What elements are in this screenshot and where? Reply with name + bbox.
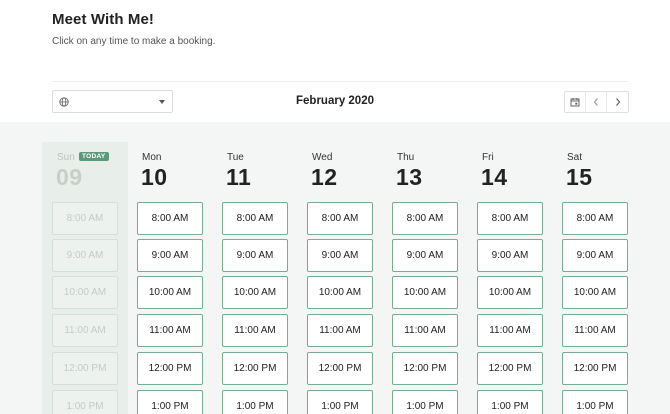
time-slot-button: 9:00 AM [52, 239, 118, 272]
header-divider [52, 81, 628, 82]
time-slot-button[interactable]: 11:00 AM [562, 314, 628, 347]
time-slot-button: 11:00 AM [52, 314, 118, 347]
day-number: 15 [566, 164, 593, 190]
day-number: 14 [481, 164, 508, 190]
time-slot-button[interactable]: 1:00 PM [222, 390, 288, 414]
day-name: Tue [227, 152, 244, 163]
page-subtitle: Click on any time to make a booking. [52, 36, 216, 47]
today-badge: TODAY [79, 152, 109, 161]
time-slot-button[interactable]: 8:00 AM [307, 202, 373, 235]
time-slot-button[interactable]: 12:00 PM [137, 352, 203, 385]
day-number: 12 [311, 164, 338, 190]
time-slot-button[interactable]: 8:00 AM [137, 202, 203, 235]
time-slot-button[interactable]: 10:00 AM [392, 276, 458, 309]
time-slot-button[interactable]: 12:00 PM [562, 352, 628, 385]
calendar-icon [570, 98, 580, 107]
time-slot-button[interactable]: 8:00 AM [392, 202, 458, 235]
time-slot-button[interactable]: 1:00 PM [562, 390, 628, 414]
day-number: 10 [141, 164, 168, 190]
day-name: Sun [57, 152, 75, 163]
time-slot-button[interactable]: 8:00 AM [222, 202, 288, 235]
time-slot-button[interactable]: 10:00 AM [137, 276, 203, 309]
time-slot-button[interactable]: 10:00 AM [562, 276, 628, 309]
time-slot-button[interactable]: 8:00 AM [562, 202, 628, 235]
time-slot-button[interactable]: 9:00 AM [477, 239, 543, 272]
time-slot-button: 10:00 AM [52, 276, 118, 309]
day-column-sun: Sun TODAY 09 8:00 AM 9:00 AM 10:00 AM 11:00 AM… [42, 142, 128, 414]
time-slot-button: 1:00 PM [52, 390, 118, 414]
time-slot-button[interactable]: 1:00 PM [392, 390, 458, 414]
time-slot-button[interactable]: 9:00 AM [307, 239, 373, 272]
time-slot-button[interactable]: 9:00 AM [392, 239, 458, 272]
time-slot-button[interactable]: 12:00 PM [477, 352, 543, 385]
calendar-nav [564, 91, 629, 113]
time-slot-button[interactable]: 11:00 AM [392, 314, 458, 347]
time-slot-button[interactable]: 11:00 AM [307, 314, 373, 347]
time-slot-button[interactable]: 9:00 AM [222, 239, 288, 272]
time-slot-button: 12:00 PM [52, 352, 118, 385]
next-week-button[interactable] [607, 92, 628, 112]
time-slot-button[interactable]: 1:00 PM [137, 390, 203, 414]
time-slot-button[interactable]: 11:00 AM [137, 314, 203, 347]
time-slot-button[interactable]: 11:00 AM [222, 314, 288, 347]
time-slot-button[interactable]: 10:00 AM [477, 276, 543, 309]
prev-week-button[interactable] [586, 92, 607, 112]
time-slot-button[interactable]: 9:00 AM [562, 239, 628, 272]
time-slot-button[interactable]: 1:00 PM [477, 390, 543, 414]
day-number: 13 [396, 164, 423, 190]
day-name: Mon [142, 152, 162, 163]
chevron-left-icon [593, 98, 598, 106]
time-slot-button[interactable]: 12:00 PM [392, 352, 458, 385]
page-header: Meet With Me! Click on any time to make … [52, 11, 215, 47]
day-number: 11 [226, 164, 252, 190]
day-name: Sat [567, 152, 583, 163]
page-title: Meet With Me! [52, 11, 154, 28]
time-slot-button: 8:00 AM [52, 202, 118, 235]
time-slot-button[interactable]: 12:00 PM [307, 352, 373, 385]
day-name: Fri [482, 152, 494, 163]
day-name: Thu [397, 152, 415, 163]
day-name: Wed [312, 152, 333, 163]
time-slot-button[interactable]: 10:00 AM [307, 276, 373, 309]
calendar-picker-button[interactable] [565, 92, 586, 112]
time-slot-button[interactable]: 12:00 PM [222, 352, 288, 385]
day-number: 09 [56, 164, 83, 190]
chevron-right-icon [615, 98, 620, 106]
time-slot-button[interactable]: 11:00 AM [477, 314, 543, 347]
time-slot-button[interactable]: 1:00 PM [307, 390, 373, 414]
time-slot-button[interactable]: 10:00 AM [222, 276, 288, 309]
time-slot-button[interactable]: 9:00 AM [137, 239, 203, 272]
time-slot-button[interactable]: 8:00 AM [477, 202, 543, 235]
